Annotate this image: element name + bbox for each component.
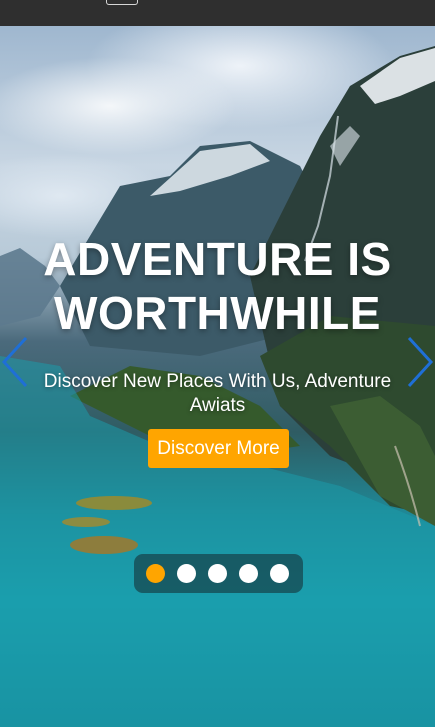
- slide-indicator-5[interactable]: [270, 564, 289, 583]
- chevron-left-icon: [1, 336, 28, 388]
- slide-indicator-1[interactable]: [146, 564, 165, 583]
- hero-subtitle: Discover New Places With Us, Adventure A…: [43, 371, 392, 416]
- top-navigation-bar: [0, 0, 435, 26]
- hamburger-menu-icon[interactable]: [106, 0, 138, 5]
- hero-title-line-2: WORTHWHILE: [54, 287, 381, 339]
- slide-indicator-4[interactable]: [239, 564, 258, 583]
- slide-indicator-2[interactable]: [177, 564, 196, 583]
- hero-title-line-1: ADVENTURE IS: [43, 233, 392, 285]
- slide-indicator-3[interactable]: [208, 564, 227, 583]
- slide-indicators: [134, 554, 303, 593]
- hero-slider: ADVENTURE IS WORTHWHILE Discover New Pla…: [0, 26, 435, 727]
- prev-slide-button[interactable]: [0, 332, 30, 392]
- next-slide-button[interactable]: [405, 332, 435, 392]
- page: ADVENTURE IS WORTHWHILE Discover New Pla…: [0, 0, 435, 727]
- hero-title: ADVENTURE IS WORTHWHILE: [0, 232, 435, 340]
- chevron-right-icon: [407, 336, 434, 388]
- discover-more-button[interactable]: Discover More: [148, 429, 289, 468]
